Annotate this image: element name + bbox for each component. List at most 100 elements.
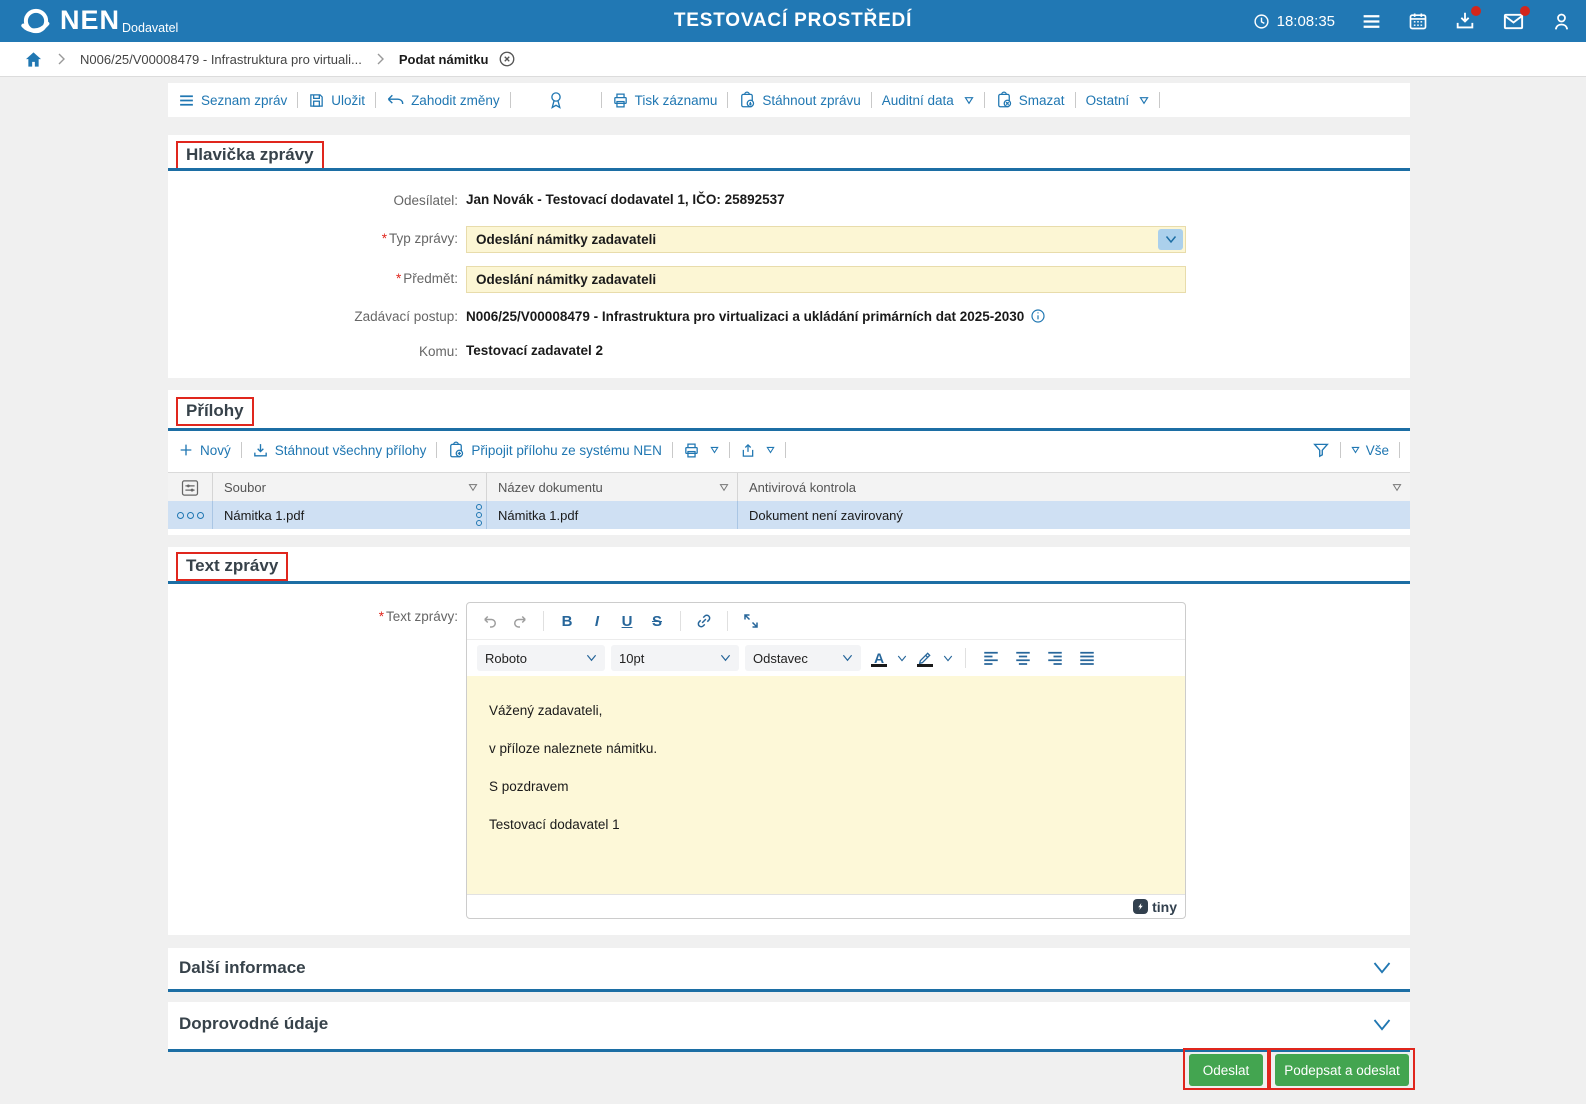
- inbox-download-icon[interactable]: [1454, 6, 1481, 32]
- undo-icon[interactable]: [477, 608, 503, 634]
- clipboard-delete-icon: [995, 91, 1013, 109]
- clock-time: 18:08:35: [1276, 12, 1335, 30]
- toolbar-divider: [1399, 442, 1400, 458]
- column-filter-icon[interactable]: [719, 483, 729, 492]
- filter-button[interactable]: [1312, 441, 1330, 459]
- odeslat-annotation-box: Odeslat: [1183, 1048, 1269, 1090]
- odeslat-button[interactable]: Odeslat: [1189, 1054, 1263, 1086]
- text-color-button[interactable]: A: [867, 645, 891, 671]
- column-header-antivir[interactable]: Antivirová kontrola: [737, 473, 1410, 502]
- stahnout-zpravu-button[interactable]: Stáhnout zprávu: [738, 91, 861, 109]
- clipboard-attach-icon: [447, 441, 465, 459]
- predmet-label: * Předmět:: [395, 271, 458, 286]
- cell-soubor[interactable]: Námitka 1.pdf: [212, 501, 486, 529]
- chevron-down-icon[interactable]: [1372, 1018, 1392, 1032]
- block-format-value: Odstavec: [753, 650, 808, 666]
- auditni-data-button[interactable]: Auditní data: [882, 93, 974, 108]
- home-icon[interactable]: [24, 50, 43, 69]
- zahodit-zmeny-button[interactable]: Zahodit změny: [386, 92, 500, 108]
- smazat-button[interactable]: Smazat: [995, 91, 1065, 109]
- hlavicka-zpravy-section: Hlavička zprávy Odesílatel: Jan Novák - …: [168, 135, 1410, 378]
- toolbar-divider: [436, 442, 438, 458]
- user-icon[interactable]: [1551, 11, 1572, 32]
- calendar-icon[interactable]: [1408, 11, 1428, 31]
- bold-icon[interactable]: B: [554, 608, 580, 634]
- font-family-select[interactable]: Roboto: [477, 645, 605, 671]
- column-header-nazev[interactable]: Název dokumentu: [486, 473, 737, 502]
- chevron-down-icon[interactable]: [897, 655, 907, 662]
- align-justify-icon[interactable]: [1074, 645, 1100, 671]
- doprovodne-udaje-section[interactable]: Doprovodné údaje: [168, 1002, 1410, 1052]
- vse-label: Vše: [1365, 442, 1389, 458]
- align-center-icon[interactable]: [1010, 645, 1036, 671]
- font-size-select[interactable]: 10pt: [611, 645, 739, 671]
- chevron-down-icon[interactable]: [1372, 961, 1392, 975]
- inbox-notification-badge: [1471, 6, 1481, 16]
- highlight-color-button[interactable]: [913, 645, 937, 671]
- dropdown-triangle-icon: [766, 446, 775, 454]
- print-attachments-button[interactable]: [683, 442, 719, 459]
- printer-icon: [683, 442, 700, 459]
- align-right-icon[interactable]: [1042, 645, 1068, 671]
- toolbar-divider: [728, 442, 730, 458]
- tiny-brand[interactable]: tiny: [1133, 899, 1177, 915]
- ostatni-button[interactable]: Ostatní: [1086, 93, 1150, 108]
- ribbon-button[interactable]: [547, 90, 565, 110]
- vse-button[interactable]: Vše: [1351, 443, 1389, 458]
- info-icon[interactable]: [1030, 308, 1046, 324]
- editor-divider: [543, 611, 544, 631]
- row-actions-cell[interactable]: [168, 501, 212, 529]
- stahnout-vsechny-button[interactable]: Stáhnout všechny přílohy: [252, 442, 426, 459]
- breadcrumb: N006/25/V00008479 - Infrastruktura pro v…: [0, 42, 1586, 77]
- mail-icon[interactable]: [1502, 5, 1530, 33]
- align-left-icon[interactable]: [978, 645, 1004, 671]
- download-icon: [252, 442, 269, 459]
- toolbar-divider: [297, 92, 299, 108]
- predmet-input[interactable]: Odeslání námitky zadavateli: [466, 266, 1186, 293]
- chevron-down-icon: [586, 654, 597, 662]
- typ-zpravy-select[interactable]: Odeslání námitky zadavateli: [466, 226, 1186, 253]
- breadcrumb-separator-icon: [57, 53, 66, 65]
- rich-text-editor[interactable]: B I U S Roboto 10pt Odstavec A Vážený za…: [466, 602, 1186, 919]
- ulozit-button[interactable]: Uložit: [308, 92, 365, 109]
- pripojit-prilohu-button[interactable]: Připojit přílohu ze systému NEN: [447, 441, 662, 459]
- menu-icon[interactable]: [1361, 11, 1382, 32]
- block-format-select[interactable]: Odstavec: [745, 645, 861, 671]
- editor-divider: [965, 648, 966, 668]
- chevron-down-icon[interactable]: [943, 655, 953, 662]
- column-header-soubor[interactable]: Soubor: [212, 473, 486, 502]
- editor-content[interactable]: Vážený zadavateli, v příloze naleznete n…: [467, 676, 1185, 894]
- link-icon[interactable]: [691, 608, 717, 634]
- underline-icon[interactable]: U: [614, 608, 640, 634]
- column-filter-icon[interactable]: [1392, 483, 1402, 492]
- strikethrough-icon[interactable]: S: [644, 608, 670, 634]
- toolbar-divider: [1074, 92, 1076, 108]
- breadcrumb-procedure[interactable]: N006/25/V00008479 - Infrastruktura pro v…: [80, 52, 362, 67]
- attachment-row[interactable]: Námitka 1.pdf Námitka 1.pdf Dokument nen…: [168, 501, 1410, 529]
- close-tab-icon[interactable]: [498, 50, 516, 68]
- cell-nazev[interactable]: Námitka 1.pdf: [486, 501, 737, 529]
- odesilatel-value: Jan Novák - Testovací dodavatel 1, IČO: …: [466, 192, 785, 207]
- seznam-zprav-button[interactable]: Seznam zpráv: [178, 92, 287, 109]
- redo-icon[interactable]: [507, 608, 533, 634]
- italic-icon[interactable]: I: [584, 608, 610, 634]
- row-menu-icon[interactable]: [176, 511, 204, 519]
- clipboard-download-icon: [738, 91, 756, 109]
- page: NEN Dodavatel TESTOVACÍ PROSTŘEDÍ 18:08:…: [0, 0, 1586, 1104]
- fullscreen-icon[interactable]: [738, 608, 764, 634]
- column-filter-icon[interactable]: [468, 483, 478, 492]
- select-chevron-icon[interactable]: [1158, 229, 1183, 250]
- export-attachments-button[interactable]: [740, 442, 775, 459]
- doprovodne-udaje-title: Doprovodné údaje: [179, 1014, 329, 1033]
- drag-handle-icon[interactable]: [476, 504, 482, 526]
- novy-label: Nový: [200, 442, 231, 458]
- dalsi-informace-section[interactable]: Další informace: [168, 948, 1410, 992]
- column-settings-cell[interactable]: [168, 473, 212, 502]
- tisk-zaznamu-button[interactable]: Tisk záznamu: [612, 92, 717, 109]
- ulozit-label: Uložit: [331, 92, 366, 108]
- novy-button[interactable]: Nový: [178, 442, 231, 458]
- toolbar-divider: [1159, 92, 1161, 108]
- top-header-bar: NEN Dodavatel TESTOVACÍ PROSTŘEDÍ 18:08:…: [0, 0, 1586, 42]
- podepsat-a-odeslat-button[interactable]: Podepsat a odeslat: [1275, 1054, 1409, 1086]
- chevron-down-icon: [720, 654, 731, 662]
